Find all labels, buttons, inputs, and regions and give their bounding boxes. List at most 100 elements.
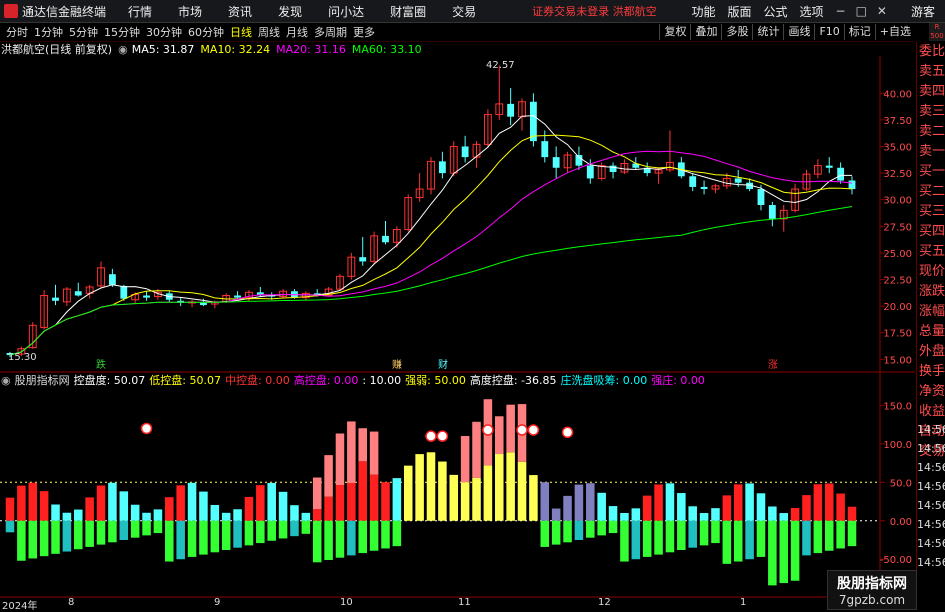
period-toolbar: 分时 1分钟 5分钟 15分钟 30分钟 60分钟 日线 周线 月线 多周期 更…: [0, 23, 915, 42]
candle-body: [382, 235, 389, 243]
indicator-bar-pos: [176, 485, 185, 521]
indicator-bar-pos: [802, 495, 811, 521]
multi-stock-button[interactable]: 多股: [721, 24, 752, 40]
indicator-item: 高控盘: 0.00: [293, 374, 359, 387]
r-scroll-indicator[interactable]: R 500: [929, 23, 945, 41]
menu-item-discover[interactable]: 发现: [278, 3, 302, 20]
period-tab-multi[interactable]: 多周期: [314, 24, 347, 40]
candle-body: [768, 205, 776, 219]
menu-item-quotes[interactable]: 行情: [128, 3, 152, 20]
rp-item-sell1: 卖一: [919, 144, 945, 159]
menu-item-options[interactable]: 选项: [800, 3, 824, 20]
period-tab-5min[interactable]: 5分钟: [69, 24, 98, 40]
close-icon[interactable]: ✕: [877, 4, 887, 18]
indicator-bar-pos: [74, 509, 83, 521]
candle-body: [700, 186, 708, 190]
indicator-item[interactable]: 股朋指标网: [15, 372, 70, 388]
plus-marker-icon: [561, 426, 574, 439]
indicator-bar-pos: [278, 491, 288, 521]
menu-item-trade[interactable]: 交易: [452, 3, 476, 20]
period-tab-60min[interactable]: 60分钟: [188, 24, 224, 40]
indicator-bar-pos: [722, 495, 732, 521]
price-tick-label: 20.00: [883, 302, 912, 313]
plus-marker-icon: [482, 424, 494, 436]
statistics-button[interactable]: 统计: [752, 24, 783, 40]
indicator-settings-icon[interactable]: ◉: [1, 374, 11, 387]
indicator-bar-neg: [733, 520, 743, 562]
indicator-item: 控盘度: 50.07: [73, 374, 146, 387]
indicator-bar-neg: [358, 520, 367, 554]
menu-item-ask[interactable]: 问小达: [328, 3, 364, 20]
draw-line-button[interactable]: 画线: [783, 24, 814, 40]
indicator-bar-pos: [745, 483, 754, 521]
price-tick-label: 32.50: [883, 169, 912, 180]
f10-button[interactable]: F10: [814, 24, 843, 40]
price-tick-label: 22.50: [883, 276, 912, 287]
period-tab-15min[interactable]: 15分钟: [104, 24, 140, 40]
period-tab-more[interactable]: 更多: [353, 24, 375, 40]
indicator-bar-pos: [642, 495, 652, 521]
price-tick-label: 15.00: [883, 355, 912, 366]
period-tab-30min[interactable]: 30分钟: [146, 24, 182, 40]
menu-item-wealth[interactable]: 财富圈: [390, 3, 426, 20]
kline-chart[interactable]: 40.00 37.50 35.00 32.50 30.00 27.50 25.00 22.50…: [0, 42, 915, 609]
indicator-item: 庄洗盘吸筹: 0.00: [560, 374, 648, 387]
menu-item-function[interactable]: 功能: [691, 3, 715, 20]
indicator-bar-neg: [677, 520, 686, 550]
indicator-bar-neg: [62, 520, 72, 552]
period-tab-daily[interactable]: 日线: [230, 24, 252, 40]
menu-item-market[interactable]: 市场: [178, 3, 202, 20]
candle-body: [541, 141, 549, 158]
guest-label[interactable]: 游客: [911, 3, 935, 20]
indicator-bar-neg: [745, 520, 754, 560]
tick-time: 14:56: [917, 556, 945, 569]
adjust-button[interactable]: 复权: [659, 24, 690, 40]
indicator-bar-pos: [586, 483, 595, 521]
indicator-bar-neg: [51, 520, 60, 554]
tick-time: 14:56: [917, 461, 945, 474]
indicator-bar-pos: [221, 512, 231, 521]
menu-item-formula[interactable]: 公式: [763, 3, 787, 20]
period-tab-intraday[interactable]: 分时: [6, 24, 28, 40]
menu-item-news[interactable]: 资讯: [228, 3, 252, 20]
indicator-bar-pos: [495, 453, 504, 521]
mark-button[interactable]: 标记: [843, 24, 875, 40]
indicator-bar-pos: [153, 509, 163, 521]
period-tab-monthly[interactable]: 月线: [286, 24, 308, 40]
candle-body: [120, 285, 128, 299]
indicator-bar-pos: [119, 491, 129, 521]
indicator-item: : 10.00: [362, 373, 402, 387]
indicator-bar-pos: [540, 482, 550, 521]
signal-label: 赚: [392, 358, 402, 371]
rp-item-buy5: 买五: [919, 244, 945, 259]
add-watchlist-button[interactable]: +自选: [874, 24, 915, 40]
period-tab-weekly[interactable]: 周线: [258, 24, 280, 40]
price-tick-label: 35.00: [883, 142, 912, 153]
indicator-bar-pos: [51, 504, 60, 521]
indicator-bar-pos: [460, 482, 470, 521]
indicator-bar-neg: [756, 520, 766, 557]
period-tab-1min[interactable]: 1分钟: [34, 24, 63, 40]
indicator-bar-neg: [574, 520, 584, 540]
indicator-bar-pos: [677, 493, 686, 521]
menu-item-layout[interactable]: 版面: [727, 3, 751, 20]
indicator-bar-pos: [301, 512, 311, 521]
plus-marker-icon: [436, 430, 449, 442]
indicator-bar-peak: [495, 416, 504, 454]
indicator-bar-pos: [529, 475, 538, 521]
tick-time: 14:56: [917, 537, 945, 550]
login-alert[interactable]: 证券交易未登录 洪都航空: [532, 3, 657, 19]
indicator-bar-neg: [392, 520, 402, 547]
watermark-logo: 股朋指标网 7gpzb.com: [827, 570, 917, 610]
indicator-bar-neg: [256, 520, 265, 544]
rp-item-sell4: 卖四: [919, 84, 945, 99]
indicator-bar-neg: [290, 520, 299, 537]
indicator-bar-pos: [39, 491, 49, 521]
indicator-bar-pos: [711, 508, 720, 521]
candle-body: [689, 176, 697, 187]
indicator-tick-label: 150.0: [883, 401, 912, 412]
maximize-icon[interactable]: □: [856, 4, 867, 18]
overlay-button[interactable]: 叠加: [690, 24, 721, 40]
candle-body: [757, 189, 765, 206]
minimize-icon[interactable]: −: [836, 4, 846, 18]
